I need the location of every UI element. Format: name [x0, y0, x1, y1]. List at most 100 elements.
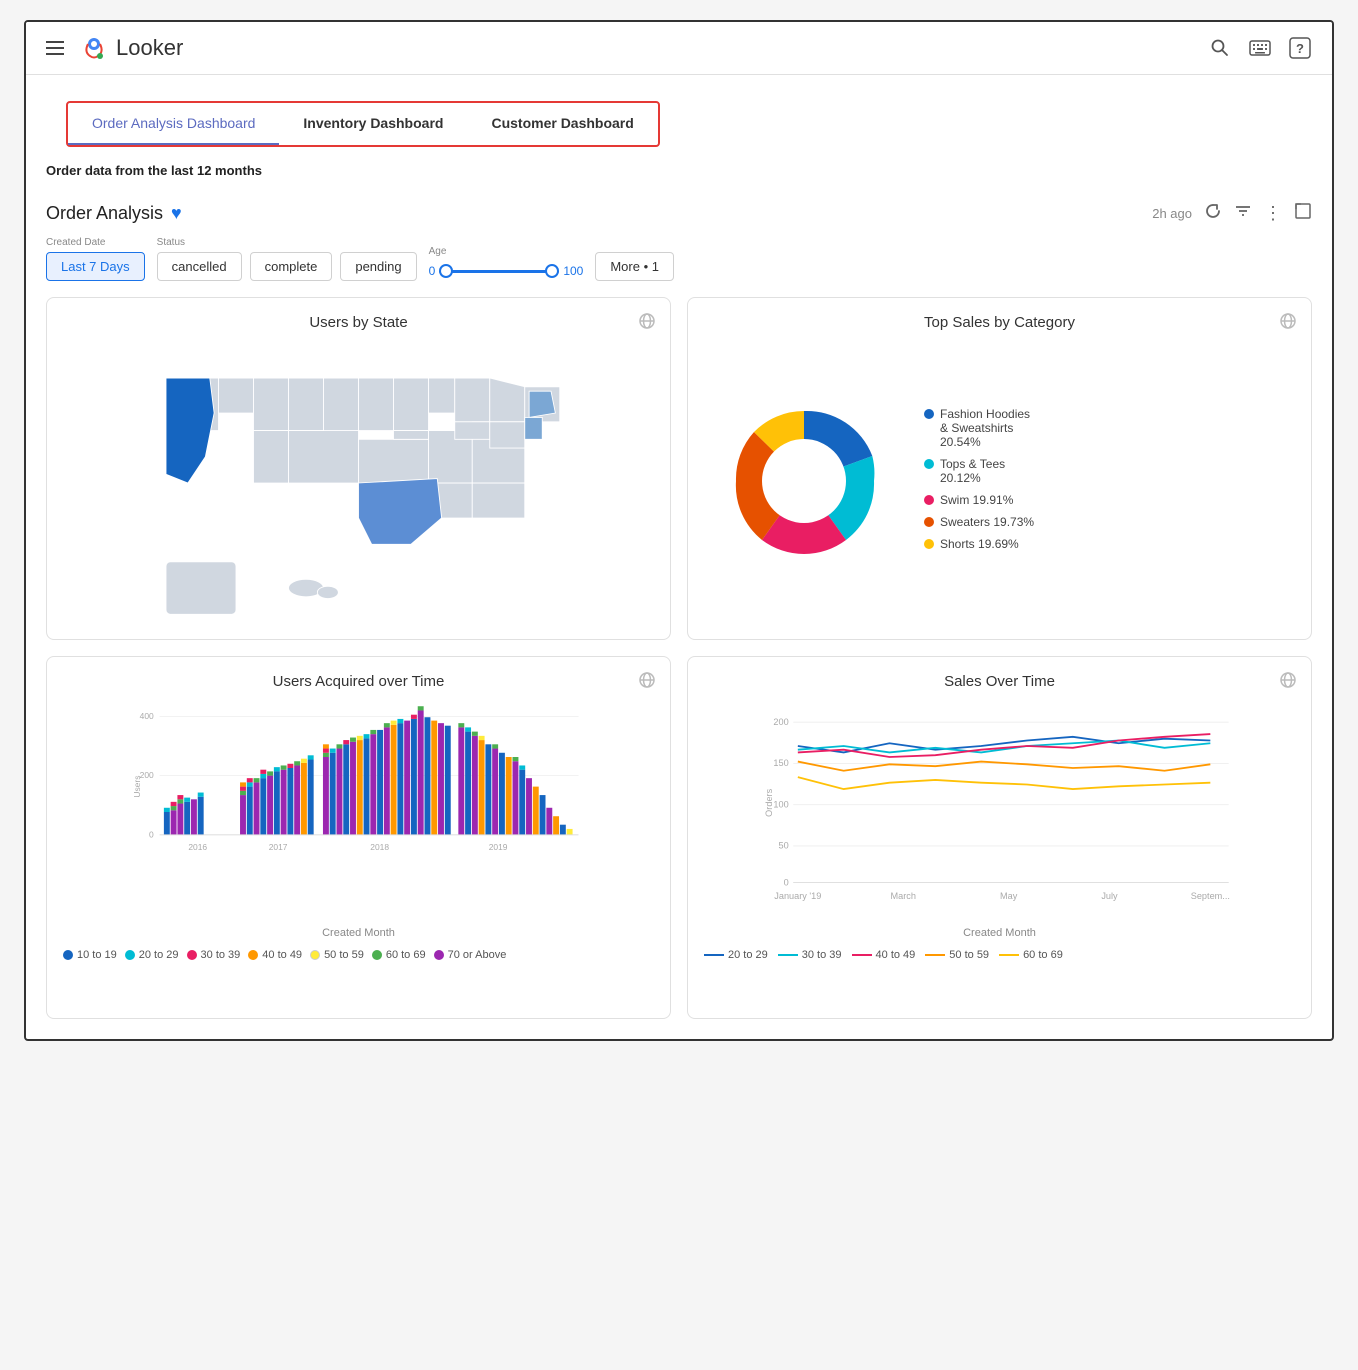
- created-date-filter: Created Date Last 7 Days: [46, 237, 145, 281]
- status-filter: Status cancelled complete pending: [157, 237, 417, 281]
- filter-icon[interactable]: [1234, 202, 1252, 225]
- bar-legend-10-19: 10 to 19: [63, 949, 117, 961]
- tab-inventory[interactable]: Inventory Dashboard: [279, 103, 467, 145]
- legend-dot-hoodies: [924, 409, 934, 419]
- dashboard-title: Order Analysis: [46, 203, 163, 224]
- line-legend-30-39: 30 to 39: [778, 949, 842, 961]
- age-slider[interactable]: [439, 261, 559, 281]
- svg-text:January '19: January '19: [774, 891, 821, 901]
- bar-chart-svg: 400 200 0 Users: [63, 702, 654, 922]
- line-chart-svg: 200 150 100 50 0 Orders: [704, 702, 1295, 922]
- dashboard-header: Order Analysis ♥ 2h ago: [46, 190, 1312, 237]
- dashboard-title-area: Order Analysis ♥: [46, 203, 182, 224]
- status-buttons: cancelled complete pending: [157, 252, 417, 281]
- svg-text:0: 0: [149, 829, 154, 839]
- fullscreen-icon[interactable]: [1294, 202, 1312, 225]
- line-legend-color-50: [925, 954, 945, 956]
- header: Looker: [26, 22, 1332, 75]
- bar-legend-60-69: 60 to 69: [372, 949, 426, 961]
- header-right: ?: [1208, 36, 1312, 60]
- line-legend-color-40: [852, 954, 872, 956]
- line-50-59: [798, 762, 1211, 771]
- last-7-days-button[interactable]: Last 7 Days: [46, 252, 145, 281]
- bar-legend-label-30: 30 to 39: [201, 949, 241, 961]
- bar-legend-dot-70: [434, 950, 444, 960]
- dashboard-actions: 2h ago ⋮: [1152, 202, 1312, 225]
- tab-customer[interactable]: Customer Dashboard: [467, 103, 657, 145]
- globe-icon-sales-time[interactable]: [1279, 671, 1297, 694]
- created-date-label: Created Date: [46, 237, 145, 248]
- line-chart-legend: 20 to 29 30 to 39 40 to 49 50 to 59: [704, 949, 1295, 961]
- slider-thumb-left[interactable]: [439, 264, 453, 278]
- svg-text:150: 150: [773, 758, 788, 768]
- bar-legend-40-49: 40 to 49: [248, 949, 302, 961]
- keyboard-icon[interactable]: [1248, 36, 1272, 60]
- line-legend-label-30: 30 to 39: [802, 949, 842, 961]
- charts-grid: Users by State: [46, 297, 1312, 1039]
- heart-icon[interactable]: ♥: [171, 203, 182, 224]
- legend-label-sweaters: Sweaters 19.73%: [940, 515, 1034, 529]
- line-legend-label-50: 50 to 59: [949, 949, 989, 961]
- age-slider-container: 0 100: [429, 261, 584, 281]
- bar-legend-dot-10: [63, 950, 73, 960]
- legend-label-hoodies: Fashion Hoodies& Sweatshirts20.54%: [940, 407, 1030, 449]
- bar-legend-label-10: 10 to 19: [77, 949, 117, 961]
- donut-chart-svg: [704, 381, 904, 581]
- bar-chart-legend: 10 to 19 20 to 29 30 to 39 40 to 49: [63, 949, 654, 961]
- complete-button[interactable]: complete: [250, 252, 333, 281]
- globe-icon-users[interactable]: [638, 671, 656, 694]
- subtitle: Order data from the last 12 months: [26, 163, 1332, 190]
- donut-svg-wrapper: [704, 381, 904, 586]
- bar-legend-label-50: 50 to 59: [324, 949, 364, 961]
- bar-legend-label-60: 60 to 69: [386, 949, 426, 961]
- line-chart-x-label: Created Month: [704, 927, 1295, 939]
- top-sales-card: Top Sales by Category: [687, 297, 1312, 640]
- line-chart-container: 200 150 100 50 0 Orders: [704, 702, 1295, 1002]
- globe-icon-map[interactable]: [638, 312, 656, 335]
- bar-legend-dot-40: [248, 950, 258, 960]
- age-filter: Age 0 100: [429, 246, 584, 281]
- more-filters-button[interactable]: More • 1: [595, 252, 674, 281]
- age-min-value: 0: [429, 264, 436, 278]
- line-60-69: [798, 777, 1211, 789]
- looker-logo-icon: [80, 34, 108, 62]
- bar-legend-dot-50: [310, 950, 320, 960]
- line-legend-60-69: 60 to 69: [999, 949, 1063, 961]
- pending-button[interactable]: pending: [340, 252, 416, 281]
- refresh-icon[interactable]: [1204, 202, 1222, 225]
- svg-text:2017: 2017: [269, 842, 288, 852]
- line-legend-40-49: 40 to 49: [852, 949, 916, 961]
- sales-over-time-card: Sales Over Time 200 150 100 50: [687, 656, 1312, 1019]
- search-icon[interactable]: [1208, 36, 1232, 60]
- status-label: Status: [157, 237, 417, 248]
- bar-legend-dot-20: [125, 950, 135, 960]
- bar-legend-label-40: 40 to 49: [262, 949, 302, 961]
- svg-text:2019: 2019: [489, 842, 508, 852]
- svg-text:0: 0: [784, 877, 789, 887]
- bar-legend-70-above: 70 or Above: [434, 949, 507, 961]
- svg-text:400: 400: [140, 711, 154, 721]
- legend-dot-shorts: [924, 539, 934, 549]
- help-icon[interactable]: ?: [1288, 36, 1312, 60]
- globe-icon-sales[interactable]: [1279, 312, 1297, 335]
- more-vert-icon[interactable]: ⋮: [1264, 203, 1282, 224]
- timestamp: 2h ago: [1152, 206, 1192, 221]
- tab-order-analysis[interactable]: Order Analysis Dashboard: [68, 103, 279, 145]
- header-left: Looker: [46, 34, 183, 62]
- legend-item-swim: Swim 19.91%: [924, 493, 1295, 507]
- legend-item-sweaters: Sweaters 19.73%: [924, 515, 1295, 529]
- svg-text:50: 50: [778, 841, 788, 851]
- us-map-svg: [63, 343, 654, 623]
- filters: Created Date Last 7 Days Status cancelle…: [46, 237, 1312, 297]
- bar-legend-30-39: 30 to 39: [187, 949, 241, 961]
- hamburger-icon[interactable]: [46, 41, 64, 55]
- svg-text:?: ?: [1296, 41, 1304, 56]
- slider-thumb-right[interactable]: [545, 264, 559, 278]
- california-state: [166, 378, 214, 483]
- users-acquired-title: Users Acquired over Time: [63, 673, 654, 690]
- logo: Looker: [80, 34, 183, 62]
- svg-text:100: 100: [773, 799, 788, 809]
- cancelled-button[interactable]: cancelled: [157, 252, 242, 281]
- bar-chart-x-label: Created Month: [63, 927, 654, 939]
- legend-dot-tops: [924, 459, 934, 469]
